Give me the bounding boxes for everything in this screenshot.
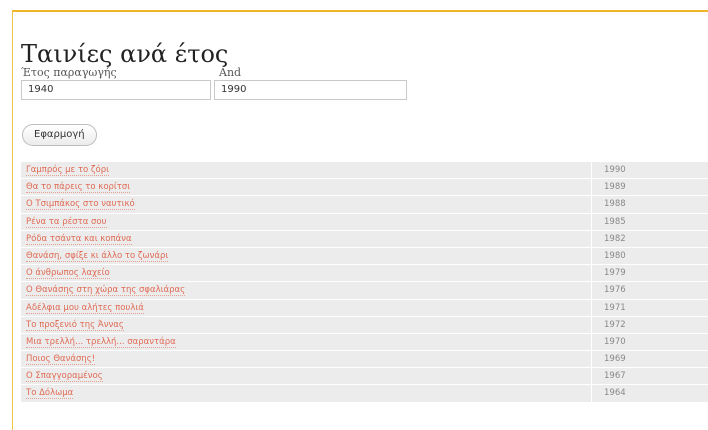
- table-row: Το προξενιό της Άννας 1972: [21, 316, 708, 333]
- movie-year-cell: 1990: [591, 162, 708, 179]
- table-row: Ο Τσιμπάκος στο ναυτικό 1988: [21, 196, 708, 213]
- table-row: Ο άνθρωπος λαχείο 1979: [21, 265, 708, 282]
- table-row: Μια τρελλή... τρελλή... σαραντάρα 1970: [21, 333, 708, 351]
- movie-title-cell: Αδέλφια μου αλήτες πουλιά: [21, 300, 591, 316]
- movie-title-cell: Γαμπρός με το ζόρι: [21, 162, 591, 178]
- movie-title-link[interactable]: Ρόδα τσάντα και κοπάνα: [26, 233, 132, 245]
- table-row: Ποιος Θανάσης! 1969: [21, 351, 708, 368]
- movie-title-link[interactable]: Ποιος Θανάσης!: [26, 354, 96, 366]
- to-year-input[interactable]: 1990: [214, 80, 407, 100]
- movie-year-cell: 1989: [591, 179, 708, 196]
- table-row: Αδέλφια μου αλήτες πουλιά 1971: [21, 299, 708, 316]
- table-row: Θα το πάρεις το κορίτσι 1989: [21, 179, 708, 196]
- movie-title-link[interactable]: Θανάση, σφίξε κι άλλο το ζωνάρι: [26, 250, 169, 262]
- movie-title-link[interactable]: Ο Σπαγγοραμένος: [26, 371, 103, 383]
- movie-title-link[interactable]: Ο Θανάσης στη χώρα της σφαλιάρας: [26, 285, 186, 297]
- movie-year-cell: 1971: [591, 299, 708, 316]
- movie-year-cell: 1964: [591, 385, 708, 402]
- movie-title-link[interactable]: Μια τρελλή... τρελλή... σαραντάρα: [26, 336, 176, 348]
- movie-title-cell: Το προξενιό της Άννας: [21, 317, 591, 333]
- page-title: Ταινίες ανά έτος: [21, 40, 229, 69]
- from-year-input[interactable]: 1940: [21, 80, 211, 100]
- movie-title-cell: Ο Θανάσης στη χώρα της σφαλιάρας: [21, 282, 591, 298]
- movie-title-link[interactable]: Γαμπρός με το ζόρι: [26, 165, 109, 176]
- movie-title-cell: Ρόδα τσάντα και κοπάνα: [21, 231, 591, 247]
- movie-year-cell: 1982: [591, 230, 708, 247]
- movie-title-cell: Ο Σπαγγοραμένος: [21, 368, 591, 384]
- movie-title-cell: Ο άνθρωπος λαχείο: [21, 265, 591, 281]
- movie-year-cell: 1985: [591, 213, 708, 230]
- table-row: Ο Θανάσης στη χώρα της σφαλιάρας 1976: [21, 282, 708, 299]
- movie-title-cell: Το Δόλωμα: [21, 385, 591, 401]
- table-row: Ρόδα τσάντα και κοπάνα 1982: [21, 230, 708, 247]
- movie-title-cell: Ποιος Θανάσης!: [21, 351, 591, 367]
- table-row: Ρένα τα ρέστα σου 1985: [21, 213, 708, 230]
- movie-year-cell: 1967: [591, 368, 708, 385]
- movie-title-cell: Ρένα τα ρέστα σου: [21, 214, 591, 230]
- movie-title-link[interactable]: Θα το πάρεις το κορίτσι: [26, 182, 131, 194]
- movies-table: Γαμπρός με το ζόρι 1990 Θα το πάρεις το …: [21, 162, 708, 403]
- table-row: Θανάση, σφίξε κι άλλο το ζωνάρι 1980: [21, 247, 708, 265]
- movie-title-link[interactable]: Το Δόλωμα: [26, 388, 74, 400]
- movie-title-cell: Μια τρελλή... τρελλή... σαραντάρα: [21, 334, 591, 350]
- movie-year-cell: 1970: [591, 333, 708, 351]
- movie-year-cell: 1979: [591, 265, 708, 282]
- movie-title-cell: Θα το πάρεις το κορίτσι: [21, 179, 591, 195]
- from-year-label: Έτος παραγωγής: [21, 66, 117, 79]
- movie-title-link[interactable]: Ρένα τα ρέστα σου: [26, 216, 107, 228]
- content-panel: Ταινίες ανά έτος Έτος παραγωγής And 1940…: [12, 10, 708, 430]
- movie-title-link[interactable]: Το προξενιό της Άννας: [26, 319, 124, 331]
- apply-button[interactable]: Εφαρμογή: [22, 124, 97, 146]
- table-row: Γαμπρός με το ζόρι 1990: [21, 162, 708, 179]
- table-row: Ο Σπαγγοραμένος 1967: [21, 368, 708, 385]
- to-year-label: And: [219, 66, 242, 79]
- movie-title-link[interactable]: Ο Τσιμπάκος στο ναυτικό: [26, 199, 135, 211]
- movie-title-link[interactable]: Αδέλφια μου αλήτες πουλιά: [26, 302, 144, 314]
- movie-title-cell: Ο Τσιμπάκος στο ναυτικό: [21, 196, 591, 212]
- movie-year-cell: 1972: [591, 316, 708, 333]
- movie-title-link[interactable]: Ο άνθρωπος λαχείο: [26, 268, 110, 280]
- movie-year-cell: 1976: [591, 282, 708, 299]
- movie-title-cell: Θανάση, σφίξε κι άλλο το ζωνάρι: [21, 248, 591, 264]
- movie-year-cell: 1988: [591, 196, 708, 213]
- table-row: Το Δόλωμα 1964: [21, 385, 708, 402]
- movie-year-cell: 1969: [591, 351, 708, 368]
- movie-year-cell: 1980: [591, 247, 708, 265]
